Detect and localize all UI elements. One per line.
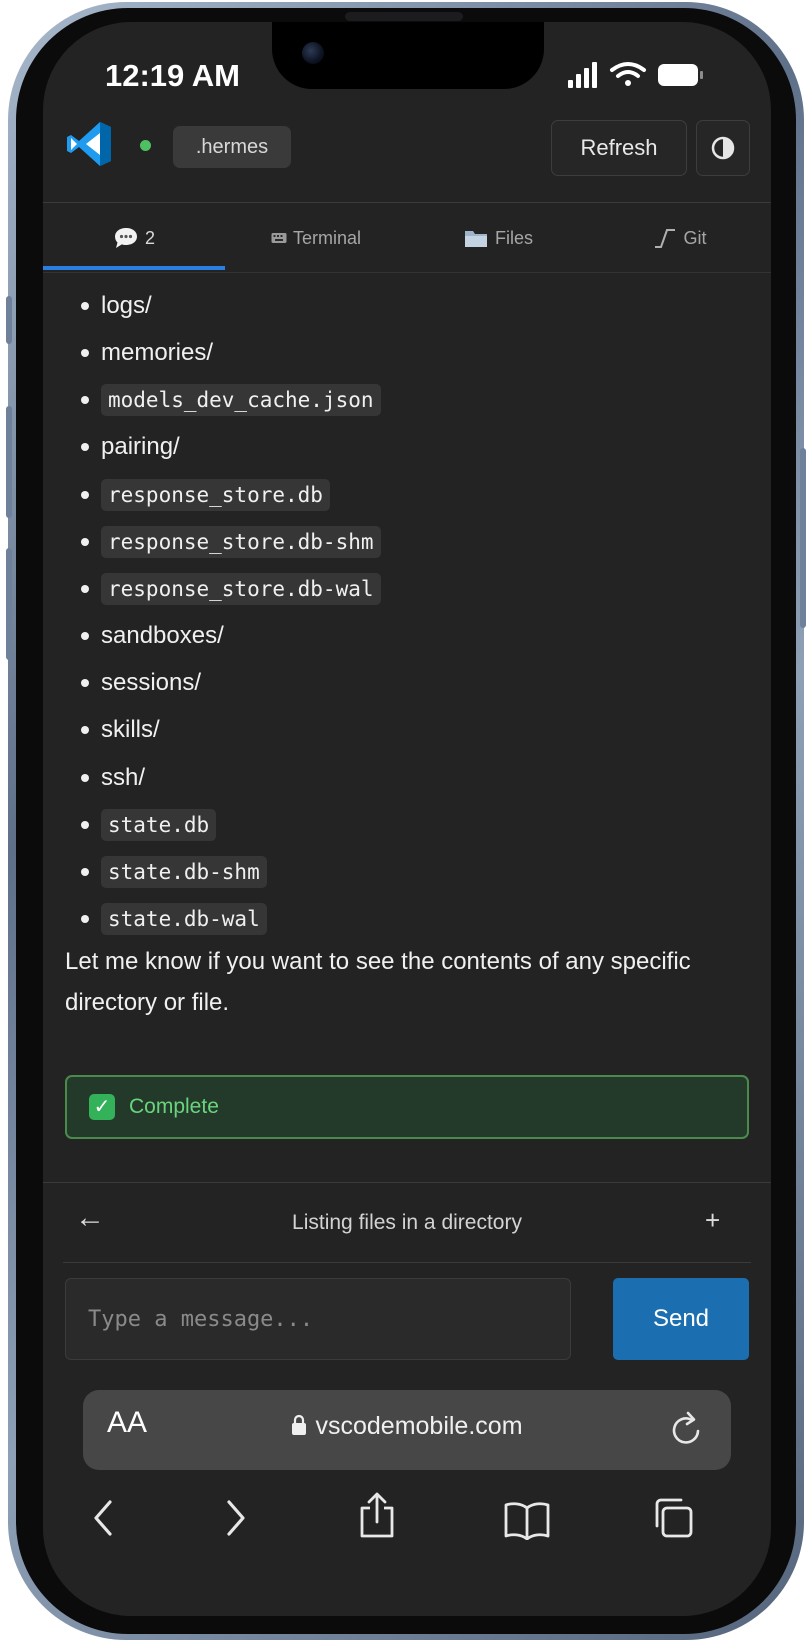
list-item: sandboxes/ bbox=[43, 613, 771, 660]
file-name: memories/ bbox=[101, 338, 214, 366]
checkmark-icon: ✓ bbox=[89, 1094, 115, 1120]
tab-git[interactable]: Git bbox=[589, 204, 771, 272]
list-item: logs/ bbox=[43, 282, 771, 329]
list-item: response_store.db-shm bbox=[43, 518, 771, 565]
conversation-title: Listing files in a directory bbox=[292, 1211, 522, 1234]
file-name: pairing/ bbox=[101, 433, 180, 461]
git-icon bbox=[655, 229, 676, 248]
wifi-icon bbox=[610, 62, 646, 86]
list-item: sessions/ bbox=[43, 660, 771, 707]
cellular-signal-icon bbox=[568, 62, 597, 88]
volume-up-button bbox=[6, 406, 12, 518]
file-name: state.db-shm bbox=[101, 856, 267, 889]
list-item: response_store.db-wal bbox=[43, 565, 771, 612]
file-name: state.db bbox=[101, 808, 217, 841]
address-bar[interactable]: AA vscodemobile.com bbox=[83, 1390, 731, 1470]
bookmarks-icon[interactable] bbox=[503, 1500, 551, 1540]
file-name: logs/ bbox=[101, 291, 152, 319]
completion-status-label: Complete bbox=[129, 1095, 219, 1118]
file-name: sessions/ bbox=[101, 669, 202, 697]
refresh-button[interactable]: Refresh bbox=[551, 120, 687, 176]
tab-terminal[interactable]: Terminal bbox=[225, 204, 407, 272]
browser-back-icon[interactable] bbox=[88, 1496, 118, 1540]
earpiece bbox=[345, 12, 463, 21]
file-list: config_data/ logs/ memories/ models_dev_… bbox=[43, 273, 771, 943]
list-item: config_data/ bbox=[43, 273, 771, 282]
tab-terminal-label: Terminal bbox=[292, 227, 362, 248]
tab-files[interactable]: Files bbox=[407, 204, 589, 272]
assistant-closing-text: Let me know if you want to see the conte… bbox=[65, 948, 691, 1016]
list-item: response_store.db bbox=[43, 471, 771, 518]
folder-icon bbox=[464, 231, 487, 247]
power-button bbox=[800, 448, 806, 628]
tabs-icon[interactable] bbox=[651, 1496, 695, 1540]
tab-git-label: Git bbox=[683, 227, 707, 248]
tab-files-label: Files bbox=[494, 227, 533, 248]
theme-toggle-button[interactable] bbox=[696, 120, 750, 176]
volume-down-button bbox=[6, 548, 12, 660]
status-icons bbox=[568, 62, 703, 88]
message-input[interactable] bbox=[65, 1278, 571, 1360]
list-item: models_dev_cache.json bbox=[43, 377, 771, 424]
list-item: state.db-shm bbox=[43, 848, 771, 895]
url-text: vscodemobile.com bbox=[315, 1412, 523, 1440]
file-name: skills/ bbox=[101, 716, 160, 744]
list-item: state.db bbox=[43, 801, 771, 848]
tab-chat-label: 2 bbox=[144, 227, 155, 248]
tab-chat[interactable]: 2 bbox=[43, 204, 225, 272]
status-time: 12:19 AM bbox=[105, 58, 240, 93]
completion-status-banner: ✓ Complete bbox=[65, 1075, 749, 1139]
list-item: skills/ bbox=[43, 707, 771, 754]
tab-bar: 2 Terminal Files Git bbox=[43, 204, 771, 273]
list-item: pairing/ bbox=[43, 424, 771, 471]
file-name: sandboxes/ bbox=[101, 622, 224, 650]
file-name: response_store.db-shm bbox=[101, 525, 381, 558]
list-item: memories/ bbox=[43, 329, 771, 376]
browser-forward-icon[interactable] bbox=[221, 1496, 251, 1540]
file-name: ssh/ bbox=[101, 763, 146, 791]
battery-icon bbox=[658, 64, 703, 86]
list-item: ssh/ bbox=[43, 754, 771, 801]
front-camera bbox=[302, 42, 324, 64]
keyboard-icon bbox=[271, 233, 287, 243]
file-name: state.db-wal bbox=[101, 903, 267, 936]
new-conversation-button[interactable]: + bbox=[705, 1205, 720, 1236]
file-name: models_dev_cache.json bbox=[101, 384, 381, 417]
list-item: state.db-wal bbox=[43, 896, 771, 943]
divider bbox=[63, 1262, 751, 1263]
file-name: response_store.db-wal bbox=[101, 572, 381, 605]
chat-messages: config_data/ logs/ memories/ models_dev_… bbox=[43, 273, 771, 1181]
contrast-icon bbox=[711, 136, 735, 160]
file-name: response_store.db bbox=[101, 478, 330, 511]
reload-icon[interactable] bbox=[669, 1410, 705, 1448]
vscode-logo-icon bbox=[67, 122, 111, 166]
conversation-bar: ← Listing files in a directory + bbox=[43, 1182, 771, 1273]
active-tab-indicator bbox=[43, 266, 225, 270]
chat-bubble-icon bbox=[114, 228, 137, 248]
connection-status-dot bbox=[140, 140, 151, 151]
url-display[interactable]: vscodemobile.com bbox=[83, 1412, 731, 1441]
send-button[interactable]: Send bbox=[613, 1278, 749, 1360]
silent-switch bbox=[6, 296, 12, 344]
notch bbox=[272, 22, 544, 89]
lock-icon bbox=[292, 1414, 307, 1435]
screen: 12:19 AM .hermes Refresh 2 Terminal File… bbox=[43, 22, 771, 1616]
workspace-chip[interactable]: .hermes bbox=[173, 126, 291, 168]
share-icon[interactable] bbox=[357, 1492, 397, 1540]
